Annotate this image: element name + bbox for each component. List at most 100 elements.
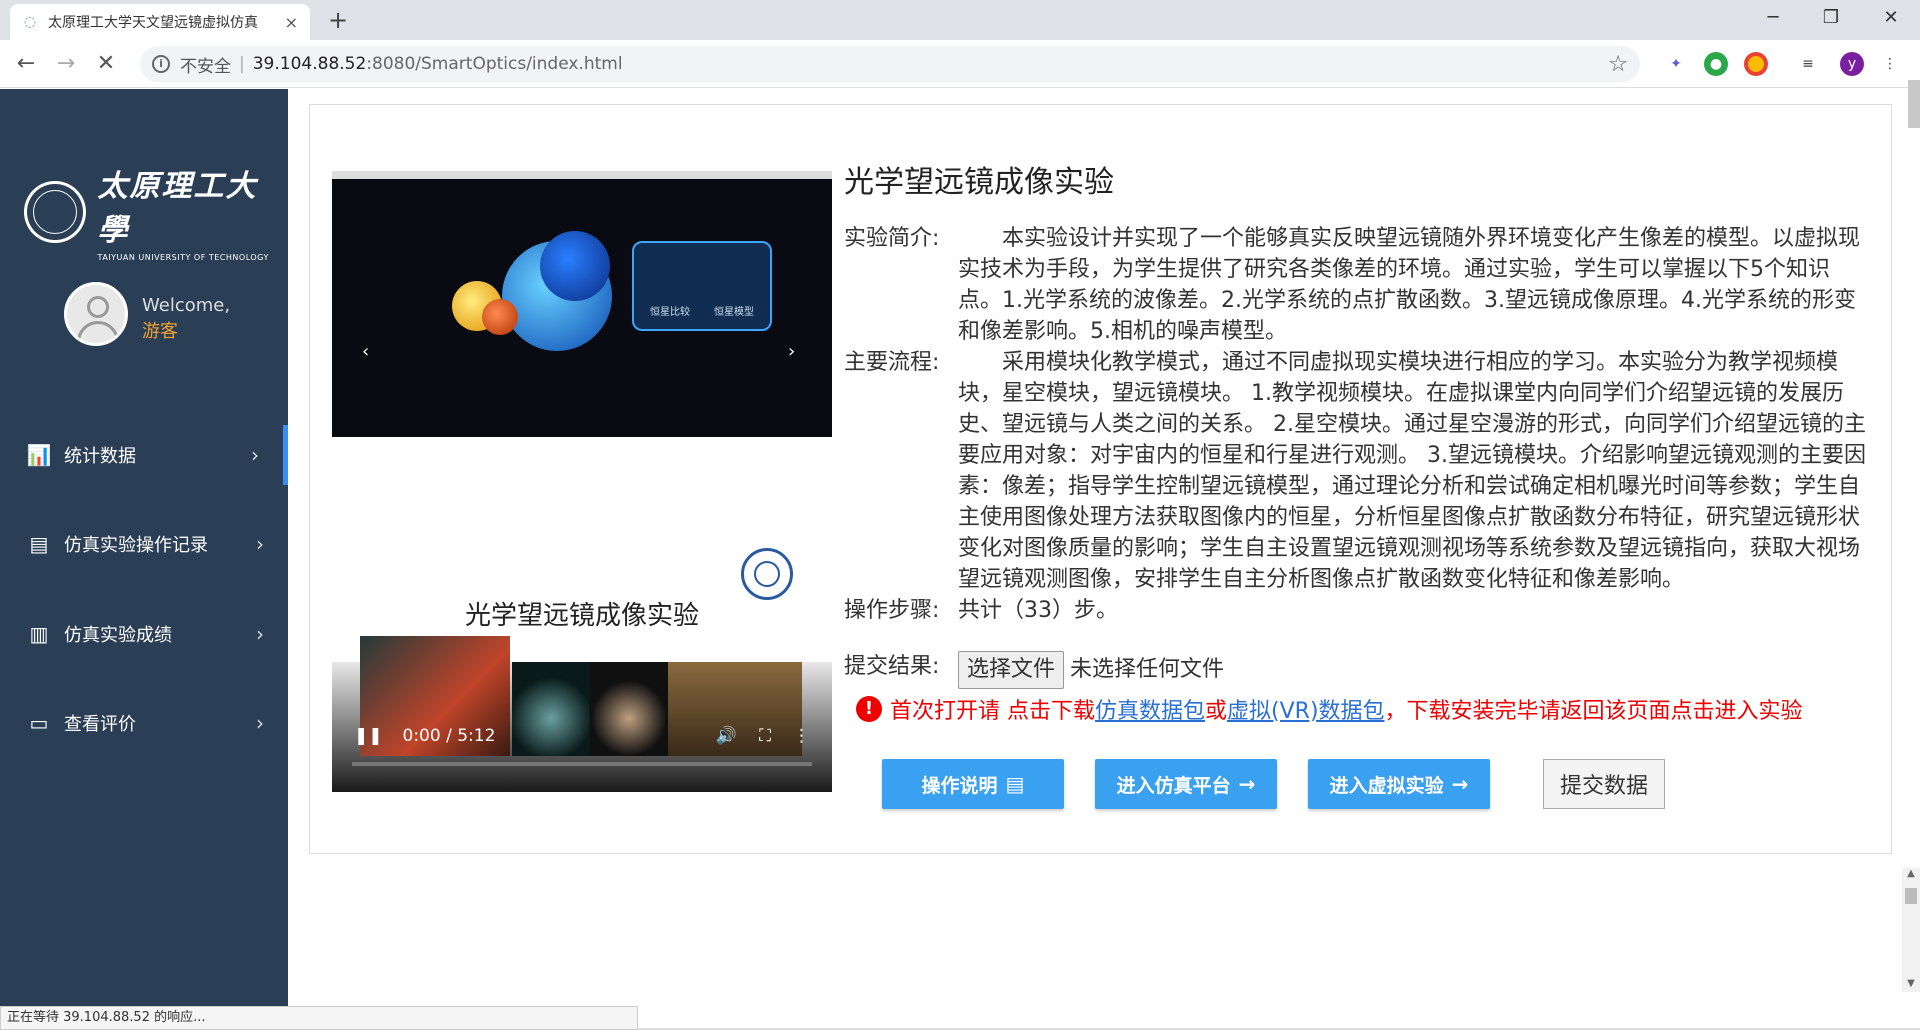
- fullscreen-icon[interactable]: ⛶: [759, 726, 771, 746]
- page-scrollbar[interactable]: ▲ ▼: [1902, 868, 1920, 992]
- document-icon: ▤: [1005, 772, 1025, 796]
- logo-english-name: TAIYUAN UNIVERSITY OF TECHNOLOGY: [97, 253, 269, 262]
- video-title: 光学望远镜成像实验: [464, 601, 699, 631]
- university-seal-icon: [24, 180, 86, 243]
- chevron-right-icon: ›: [256, 622, 264, 646]
- maximize-icon[interactable]: ❐: [1802, 0, 1860, 36]
- submit-label: 提交结果:: [844, 654, 940, 679]
- insecure-label: 不安全: [180, 56, 231, 77]
- edge-scroll-strip: [1908, 80, 1920, 128]
- sidebar-item-label: 仿真实验成绩: [64, 625, 172, 646]
- clipboard-icon: ▤: [29, 532, 49, 556]
- enter-vr-button[interactable]: 进入虚拟实验 →: [1308, 759, 1490, 809]
- minimize-icon[interactable]: ─: [1744, 0, 1802, 36]
- site-info-icon[interactable]: i: [152, 55, 170, 73]
- intro-row: 实验简介: 本实验设计并实现了一个能够真实反映望远镜随外界环境变化产生像差的模型…: [844, 223, 1868, 347]
- submit-row: 提交结果: 选择文件 未选择任何文件: [844, 651, 1868, 689]
- sidebar-item-label: 仿真实验操作记录: [64, 535, 208, 556]
- university-seal-small-icon: [741, 548, 793, 600]
- comment-icon: ▭: [29, 711, 49, 735]
- video-progress-bar[interactable]: [352, 762, 812, 766]
- url-separator: |: [239, 54, 245, 74]
- vr-package-link[interactable]: 虚拟(VR)数据包: [1227, 693, 1385, 725]
- intro-label: 实验简介:: [844, 226, 940, 251]
- carousel-next-icon[interactable]: ›: [788, 341, 795, 362]
- back-icon[interactable]: ←: [10, 48, 42, 80]
- status-bar: 正在等待 39.104.88.52 的响应...: [0, 1006, 638, 1030]
- extension-green-icon[interactable]: ●: [1704, 52, 1728, 76]
- chevron-right-icon: ›: [256, 532, 264, 556]
- volume-icon[interactable]: 🔊: [716, 726, 737, 746]
- sidebar-item-reviews[interactable]: ▭ 查看评价 ›: [0, 693, 288, 753]
- warning-text-a: 首次打开请 点击下载: [890, 699, 1095, 724]
- carousel-prev-icon[interactable]: ‹: [362, 341, 369, 362]
- sidebar-item-label: 统计数据: [64, 446, 136, 467]
- new-tab-button[interactable]: +: [322, 4, 354, 36]
- page-title: 光学望远镜成像实验: [844, 165, 1114, 200]
- address-bar-row: ← → ✕ i 不安全 | 39.104.88.52 :8080/SmartOp…: [0, 40, 1920, 128]
- chevron-right-icon: ›: [251, 443, 259, 467]
- enter-simulation-button[interactable]: 进入仿真平台 →: [1095, 759, 1277, 809]
- forward-icon[interactable]: →: [50, 48, 82, 80]
- screenshot-label: 恒星比较: [650, 307, 690, 318]
- submit-data-button[interactable]: 提交数据: [1543, 759, 1665, 809]
- video-time: 0:00 / 5:12: [402, 726, 496, 746]
- sidebar-item-scores[interactable]: ▥ 仿真实验成绩 ›: [0, 604, 288, 664]
- sidebar: 太原理工大學 TAIYUAN UNIVERSITY OF TECHNOLOGY …: [0, 89, 288, 1030]
- pause-icon[interactable]: ❚❚: [354, 726, 383, 746]
- university-logo: 太原理工大學 TAIYUAN UNIVERSITY OF TECHNOLOGY: [24, 161, 288, 262]
- media-queue-icon[interactable]: ≡: [1796, 52, 1820, 76]
- steps-row: 操作步骤: 共计（33）步。: [844, 595, 1868, 626]
- flow-text: 采用模块化教学模式，通过不同虚拟现实模块进行相应的学习。本实验分为教学视频模块，…: [958, 350, 1866, 592]
- choose-file-button[interactable]: 选择文件: [958, 651, 1065, 689]
- simulation-button-label: 进入仿真平台: [1116, 774, 1231, 797]
- sidebar-item-label: 查看评价: [64, 714, 136, 735]
- scroll-up-icon[interactable]: ▲: [1902, 868, 1920, 882]
- experiment-panel: 恒星比较 恒星模型 ‹ › 光学望远镜成像实验 ❚❚ 0:00 / 5:12 🔊…: [309, 104, 1892, 854]
- chevron-right-icon: ›: [256, 711, 264, 735]
- url-path: :8080/SmartOptics/index.html: [366, 54, 623, 74]
- screenshot-label: 恒星模型: [714, 307, 754, 318]
- stop-loading-icon[interactable]: ✕: [90, 48, 122, 80]
- no-file-text: 未选择任何文件: [1070, 657, 1225, 682]
- close-tab-icon[interactable]: ×: [285, 13, 298, 32]
- browser-menu-icon[interactable]: ⋮: [1878, 52, 1902, 76]
- manual-button[interactable]: 操作说明 ▤: [882, 759, 1064, 809]
- browser-tab[interactable]: ◌ 太原理工大学天文望远镜虚拟仿真 ×: [10, 4, 310, 40]
- flow-label: 主要流程:: [844, 350, 940, 375]
- warning-text-b: ，下载安装完毕请返回该页面点击进入实验: [1384, 699, 1803, 724]
- arrow-right-icon: →: [1238, 772, 1256, 796]
- user-name: 游客: [142, 321, 178, 342]
- warning-or: 或: [1205, 699, 1228, 724]
- tab-title: 太原理工大学天文望远镜虚拟仿真: [48, 15, 258, 31]
- welcome-text: Welcome,: [142, 295, 231, 316]
- intro-video-player[interactable]: ❚❚ 0:00 / 5:12 🔊 ⛶ ⋮: [332, 636, 832, 792]
- window-close-icon[interactable]: ✕: [1862, 0, 1920, 36]
- loading-favicon-icon: ◌: [23, 14, 37, 30]
- sim-package-link[interactable]: 仿真数据包: [1095, 693, 1205, 725]
- url-input[interactable]: i 不安全 | 39.104.88.52 :8080/SmartOptics/i…: [140, 46, 1640, 82]
- url-host: 39.104.88.52: [252, 54, 367, 74]
- bar-chart-icon: 📊: [26, 443, 52, 467]
- scrollbar-thumb[interactable]: [1905, 888, 1917, 904]
- flow-row: 主要流程: 采用模块化教学模式，通过不同虚拟现实模块进行相应的学习。本实验分为教…: [844, 347, 1868, 595]
- arrow-right-icon: →: [1451, 772, 1469, 796]
- video-controls: ❚❚ 0:00 / 5:12 🔊 ⛶ ⋮: [332, 716, 832, 756]
- browser-tab-bar: ◌ 太原理工大学天文望远镜虚拟仿真 × + ─ ❐ ✕: [0, 0, 1920, 40]
- sidebar-item-statistics[interactable]: 📊 统计数据 ›: [0, 425, 288, 485]
- video-more-icon[interactable]: ⋮: [793, 726, 810, 746]
- bookmark-star-icon[interactable]: ☆: [1608, 52, 1628, 77]
- extension-bird-icon[interactable]: ✦: [1664, 52, 1688, 76]
- steps-text: 共计（33）步。: [958, 598, 1118, 623]
- column-chart-icon: ▥: [29, 622, 49, 646]
- sidebar-item-records[interactable]: ▤ 仿真实验操作记录 ›: [0, 514, 288, 574]
- experiment-screenshot-carousel[interactable]: 恒星比较 恒星模型 ‹ ›: [332, 171, 832, 437]
- warning-icon: !: [856, 696, 882, 722]
- steps-label: 操作步骤:: [844, 598, 940, 623]
- chrome-extension-icon[interactable]: [1744, 52, 1768, 76]
- scroll-down-icon[interactable]: ▼: [1902, 978, 1920, 992]
- profile-avatar[interactable]: y: [1840, 52, 1864, 76]
- download-warning: ! 首次打开请 点击下载 仿真数据包 或 虚拟(VR)数据包 ，下载安装完毕请返…: [856, 693, 1803, 725]
- screenshot-panel: 恒星比较 恒星模型: [632, 241, 772, 331]
- user-avatar[interactable]: [64, 282, 128, 346]
